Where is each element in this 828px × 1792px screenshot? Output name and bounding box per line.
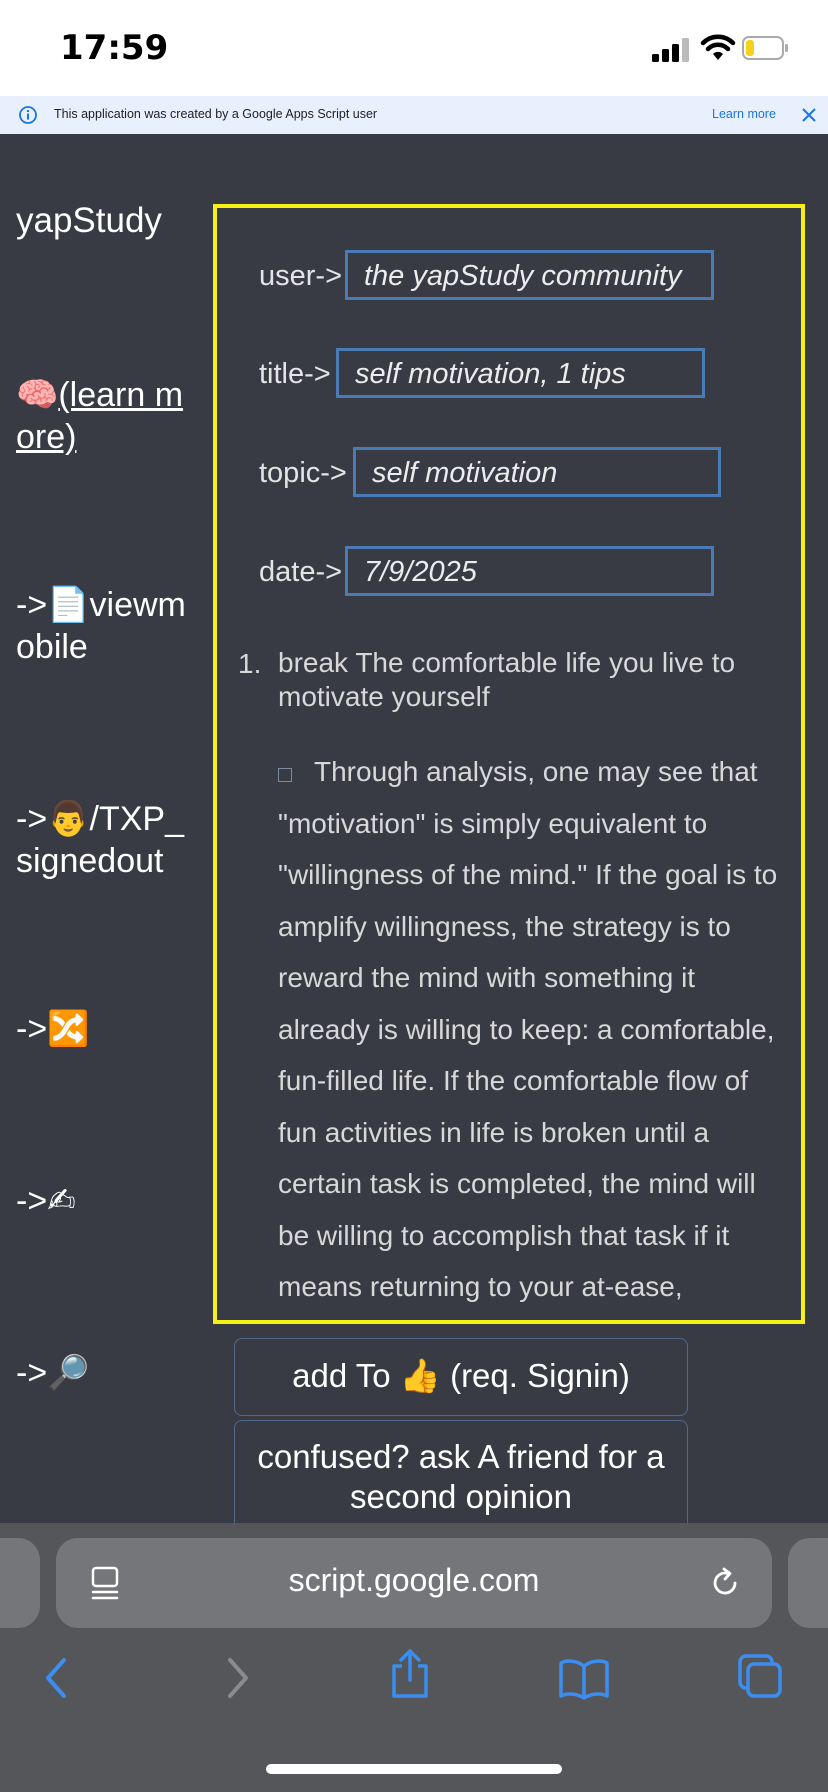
signal-icon [652, 38, 689, 62]
status-time: 17:59 [60, 28, 169, 68]
url-text: script.google.com [288, 1562, 540, 1598]
user-field[interactable]: the yapStudy community [345, 250, 714, 300]
topic-label: topic-> [259, 457, 347, 489]
date-label: date-> [259, 556, 343, 588]
tip-title: break The comfortable life you live to m… [278, 647, 736, 712]
shuffle-icon: 🔀 [47, 1009, 90, 1049]
arrow-prefix: -> [16, 800, 48, 838]
battery-icon [742, 36, 788, 60]
learn-more-link[interactable]: Learn more [712, 107, 776, 121]
title-label: title-> [259, 358, 331, 390]
status-bar: 17:59 [0, 0, 828, 96]
brain-icon: 🧠 [16, 375, 59, 415]
tabs-icon[interactable] [736, 1652, 784, 1700]
date-field[interactable]: 7/9/2025 [345, 546, 714, 596]
sidebar-item-shuffle[interactable]: ->🔀 [16, 1008, 194, 1050]
info-icon [19, 106, 37, 124]
banner-text: This application was created by a Google… [54, 107, 378, 121]
ask-friend-button[interactable]: confused? ask A friend for a second opin… [234, 1420, 688, 1530]
sidebar-item-viewmobile[interactable]: ->📄viewmobile [16, 584, 194, 668]
previous-tab-preview[interactable] [0, 1538, 40, 1628]
reload-icon[interactable] [708, 1566, 742, 1600]
tip-body: Through analysis, one may see that "moti… [278, 756, 778, 1302]
writing-hand-icon: ✍ [47, 1181, 76, 1221]
next-tab-preview[interactable] [788, 1538, 828, 1628]
address-bar[interactable]: script.google.com [56, 1538, 772, 1628]
back-icon[interactable] [40, 1656, 76, 1700]
arrow-prefix: -> [16, 1010, 48, 1048]
add-to-likes-button[interactable]: add To 👍 (req. Signin) [234, 1338, 688, 1416]
topic-field[interactable]: self motivation [353, 447, 721, 497]
sidebar-item-search[interactable]: ->🔎 [16, 1352, 194, 1394]
search-icon: 🔎 [47, 1353, 90, 1393]
sidebar-item-write[interactable]: ->✍ [16, 1180, 194, 1222]
sidebar-item-learn-more[interactable]: 🧠(learn more) [16, 374, 194, 458]
wifi-icon [700, 34, 736, 60]
bookmarks-icon[interactable] [558, 1658, 610, 1700]
close-icon[interactable] [798, 104, 820, 126]
brand-title[interactable]: yapStudy [16, 201, 162, 241]
home-indicator [266, 1764, 562, 1774]
document-icon: 📄 [47, 585, 90, 625]
user-label: user-> [259, 260, 343, 292]
tip-number: 1. [238, 648, 262, 679]
title-field[interactable]: self motivation, 1 tips [336, 348, 705, 398]
arrow-prefix: -> [16, 1354, 48, 1392]
share-icon[interactable] [388, 1648, 432, 1700]
person-icon: 👨 [47, 799, 90, 839]
forward-icon[interactable] [218, 1656, 254, 1700]
tip-body-clip: Through analysis, one may see that "moti… [213, 740, 797, 1320]
sidebar-item-signedout[interactable]: ->👨/TXP_signedout [16, 798, 194, 882]
broken-image-icon [278, 768, 292, 782]
arrow-prefix: -> [16, 1182, 48, 1220]
arrow-prefix: -> [16, 586, 48, 624]
apps-script-banner: This application was created by a Google… [0, 96, 828, 134]
